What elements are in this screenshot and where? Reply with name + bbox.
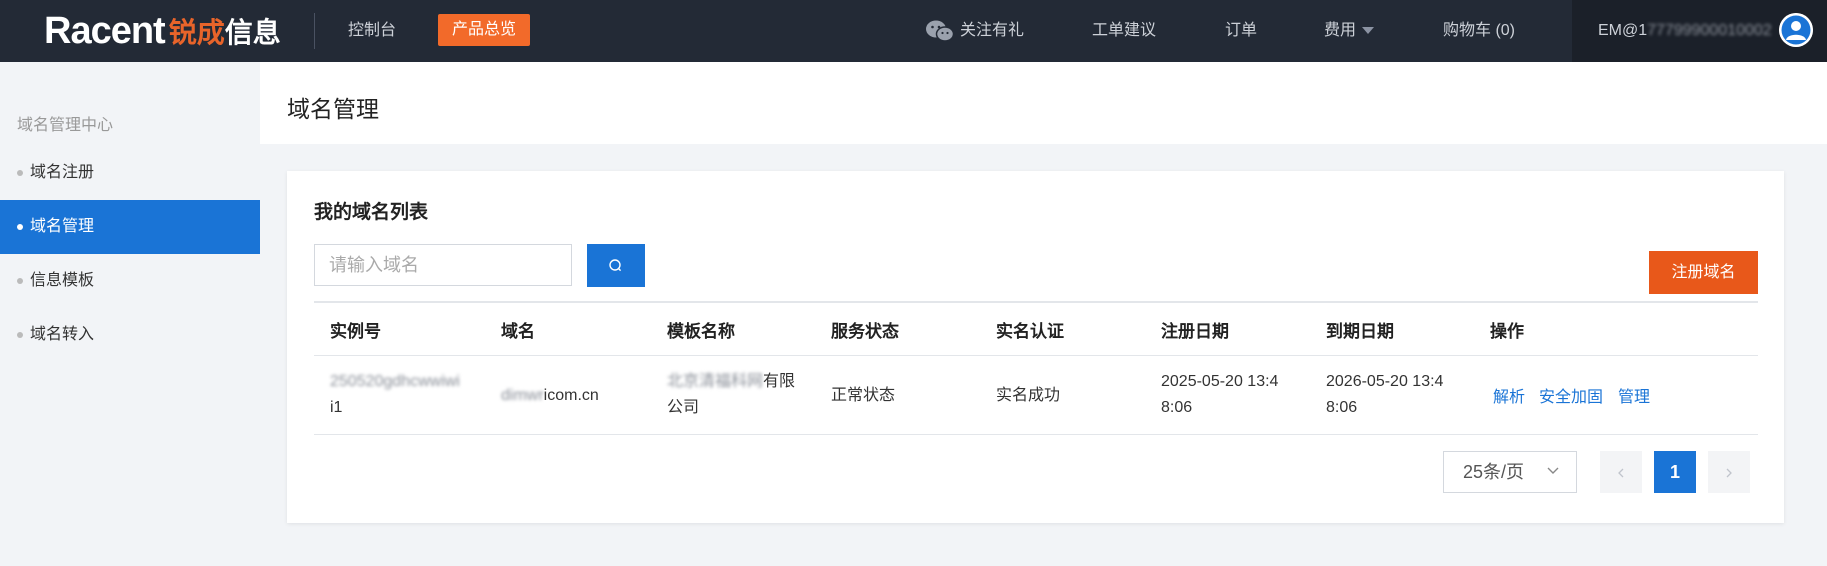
sidebar-item-domain-manage[interactable]: 域名管理 (0, 200, 260, 254)
cell-instance-redacted: 250520gdhcwwiwi (330, 373, 460, 390)
cell-exp-date: 2026-05-20 13:4 8:06 (1326, 369, 1443, 421)
sidebar: 域名管理中心 域名注册 域名管理 信息模板 域名转入 (0, 62, 260, 566)
page-number-button[interactable]: 1 (1654, 451, 1696, 493)
chevron-right-icon (1726, 468, 1732, 478)
page-size-value: 25条/页 (1463, 462, 1525, 482)
table-header-divider (314, 355, 1758, 356)
nav-console-link[interactable]: 控制台 (348, 0, 396, 62)
th-exp-date: 到期日期 (1326, 322, 1394, 341)
account-menu[interactable]: EM@177799900010002 (1572, 0, 1827, 62)
domain-list-card: 我的域名列表 注册域名 实例号 域名 模板名称 服务状态 实名认证 注册日期 到… (287, 171, 1784, 523)
cell-exp-date-line2: 8:06 (1326, 399, 1358, 416)
sidebar-item-label: 域名管理 (30, 218, 95, 235)
th-domain: 域名 (501, 322, 535, 341)
bullet-dot-icon (17, 170, 23, 176)
chevron-left-icon (1618, 468, 1624, 478)
domain-search-input[interactable] (314, 244, 572, 286)
sidebar-item-label: 域名注册 (30, 164, 95, 181)
th-template: 模板名称 (667, 322, 735, 341)
bullet-dot-icon (17, 278, 23, 284)
logo-text-cn-part1: 锐成 (168, 16, 225, 49)
chevron-down-icon (1547, 467, 1559, 474)
caret-down-icon (1362, 27, 1375, 35)
nav-products-button[interactable]: 产品总览 (438, 14, 530, 46)
page-title: 域名管理 (287, 96, 379, 122)
cell-template-line2: 公司 (667, 399, 700, 416)
sidebar-item-info-template[interactable]: 信息模板 (0, 254, 260, 308)
cell-template-redacted: 北京清福科网 (667, 373, 764, 390)
cell-template-tail: 有限 (763, 373, 796, 390)
logo-text-en: Racent (44, 9, 166, 52)
cell-template: 北京清福科网有限公司 (667, 369, 817, 421)
page-size-select[interactable]: 25条/页 (1443, 451, 1577, 493)
cell-domain-redacted: dimwr (501, 387, 544, 404)
nav-fees-dropdown[interactable]: 费用 (1324, 0, 1375, 62)
th-realname: 实名认证 (996, 322, 1064, 341)
action-resolve-link[interactable]: 解析 (1493, 383, 1525, 407)
cell-reg-date-line2: 8:06 (1161, 399, 1193, 416)
top-navbar: Racent 锐成信息 控制台 产品总览 关注有礼 工单建议 订单 费用 购物车… (0, 0, 1827, 62)
logo-text-cn-part2: 信息 (224, 16, 281, 49)
action-manage-link[interactable]: 管理 (1618, 383, 1650, 407)
th-service-status: 服务状态 (831, 322, 899, 341)
sidebar-item-domain-transfer[interactable]: 域名转入 (0, 308, 260, 362)
sidebar-header: 域名管理中心 (17, 117, 114, 134)
cell-exp-date-line1: 2026-05-20 13:4 (1326, 373, 1444, 390)
cell-realname: 实名成功 (996, 387, 1061, 404)
sidebar-item-label: 域名转入 (30, 326, 95, 343)
search-icon (609, 258, 622, 271)
table-bottom-divider (314, 434, 1758, 435)
cell-domain-tail: icom.cn (543, 387, 599, 404)
account-email: EM@177799900010002 (1598, 0, 1774, 62)
bullet-dot-icon (17, 332, 23, 338)
register-domain-button[interactable]: 注册域名 (1649, 251, 1758, 294)
account-email-redacted: 77799900010002 (1647, 22, 1772, 39)
cell-service-status: 正常状态 (831, 387, 896, 404)
sidebar-item-label: 信息模板 (30, 272, 95, 289)
cell-instance-tail: i1 (330, 399, 343, 416)
wechat-icon (926, 20, 955, 42)
cell-reg-date: 2025-05-20 13:4 8:06 (1161, 369, 1278, 421)
search-button[interactable] (587, 244, 645, 287)
nav-cart-link[interactable]: 购物车 (0) (1443, 0, 1515, 62)
prev-page-button[interactable] (1600, 451, 1642, 493)
next-page-button[interactable] (1708, 451, 1750, 493)
account-email-prefix: EM@1 (1598, 22, 1648, 39)
cell-instance: 250520gdhcwwiwi i1 (330, 369, 480, 421)
logo-divider (314, 13, 315, 49)
action-security-link[interactable]: 安全加固 (1539, 383, 1603, 407)
nav-ticket-link[interactable]: 工单建议 (1092, 0, 1156, 62)
table-top-divider (314, 301, 1758, 303)
nav-fees-label: 费用 (1324, 22, 1357, 39)
cell-domain: dimwricom.cn (501, 383, 599, 409)
main-header: 域名管理 (260, 62, 1827, 144)
th-reg-date: 注册日期 (1161, 322, 1229, 341)
racent-logo[interactable]: Racent 锐成信息 (44, 10, 281, 52)
user-avatar-icon (1779, 13, 1813, 47)
sidebar-item-domain-register[interactable]: 域名注册 (0, 146, 260, 200)
logo-text-cn: 锐成信息 (169, 11, 281, 51)
nav-wechat-link[interactable]: 关注有礼 (960, 0, 1024, 62)
nav-orders-link[interactable]: 订单 (1225, 0, 1257, 62)
th-actions: 操作 (1490, 322, 1524, 341)
cell-reg-date-line1: 2025-05-20 13:4 (1161, 373, 1279, 390)
bullet-dot-icon (17, 224, 23, 230)
th-instance: 实例号 (330, 322, 381, 341)
card-title: 我的域名列表 (314, 202, 429, 223)
